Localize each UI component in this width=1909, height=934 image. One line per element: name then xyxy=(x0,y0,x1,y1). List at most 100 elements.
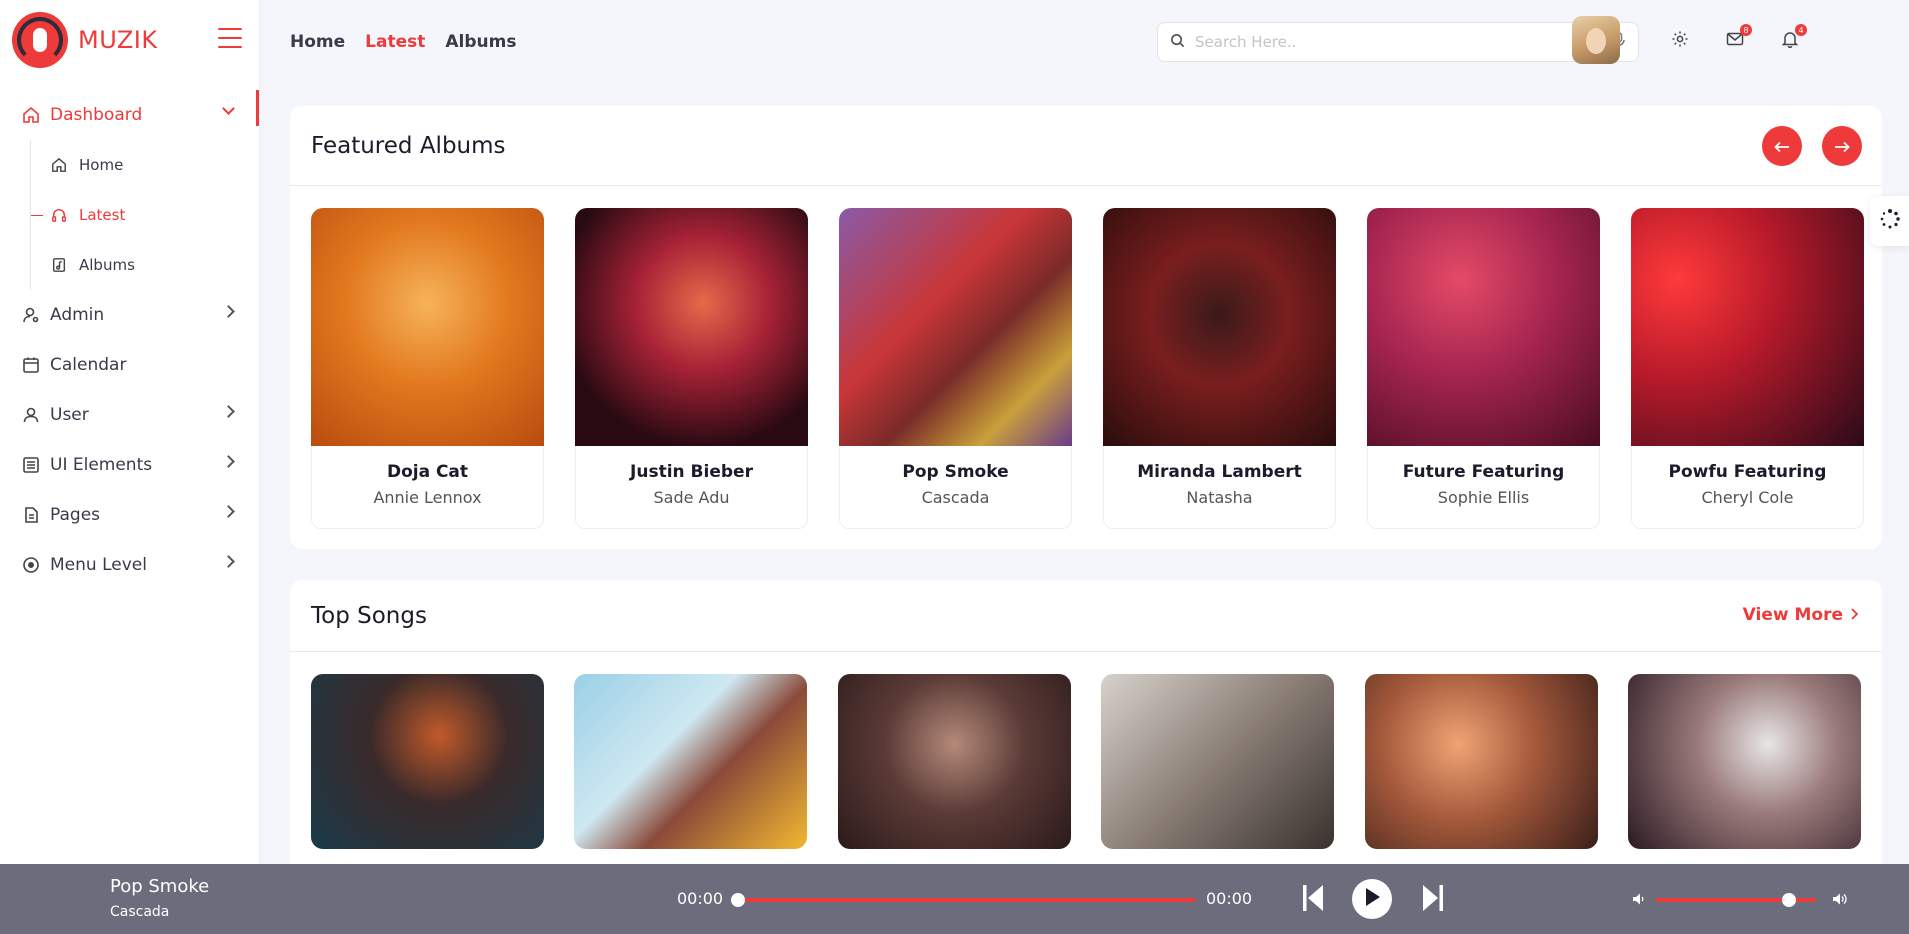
next-button[interactable] xyxy=(1822,126,1862,166)
target-icon xyxy=(22,556,40,574)
skip-forward-icon xyxy=(1422,883,1444,917)
notification-badge: 4 xyxy=(1795,24,1807,36)
song-cover-image[interactable] xyxy=(1101,674,1334,849)
sidebar-item-calendar[interactable]: Calendar xyxy=(0,340,259,390)
chevron-right-icon xyxy=(222,405,235,418)
song-cover-image[interactable] xyxy=(838,674,1071,849)
next-track-button[interactable] xyxy=(1422,883,1444,917)
home-icon xyxy=(51,157,67,173)
album-card[interactable]: Doja Cat Annie Lennox xyxy=(311,208,544,529)
notifications-button[interactable]: 4 xyxy=(1779,24,1807,52)
volume-high-icon xyxy=(1832,891,1848,910)
loader-icon xyxy=(1879,208,1901,234)
search-input[interactable] xyxy=(1195,33,1612,51)
settings-button[interactable] xyxy=(1669,30,1691,52)
top-link-latest[interactable]: Latest xyxy=(365,32,425,52)
max-volume-button[interactable] xyxy=(1832,891,1848,910)
sidebar-item-label: Dashboard xyxy=(50,105,143,125)
chevron-right-icon xyxy=(222,305,235,318)
music-player: Pop Smoke Cascada 00:00 00:00 xyxy=(0,864,1909,934)
list-icon xyxy=(22,456,40,474)
sidebar-item-dashboard[interactable]: Dashboard xyxy=(0,90,259,140)
song-cover-image[interactable] xyxy=(311,674,544,849)
sidebar-item-menu-level[interactable]: Menu Level xyxy=(0,540,259,590)
gear-icon xyxy=(1671,30,1689,52)
sidebar-item-latest[interactable]: Latest xyxy=(31,190,259,240)
sidebar-item-label: Pages xyxy=(50,505,101,525)
album-card[interactable]: Powfu Featuring Cheryl Cole xyxy=(1631,208,1864,529)
dashboard-submenu: Home Latest Albums xyxy=(30,140,259,290)
total-time: 00:00 xyxy=(1206,889,1253,908)
album-meta: Powfu Featuring Cheryl Cole xyxy=(1631,446,1864,529)
sidebar-item-pages[interactable]: Pages xyxy=(0,490,259,540)
previous-track-button[interactable] xyxy=(1302,883,1324,917)
volume-handle[interactable] xyxy=(1781,893,1796,907)
album-meta: Justin Bieber Sade Adu xyxy=(575,446,808,529)
album-cover-image xyxy=(839,208,1072,446)
player-track-artist: Cascada xyxy=(110,904,170,920)
album-title: Future Featuring xyxy=(1402,462,1565,482)
arrow-left-icon xyxy=(1774,134,1790,158)
album-cover-image xyxy=(1103,208,1336,446)
menu-toggle-button[interactable] xyxy=(218,28,242,48)
view-more-link[interactable]: View More xyxy=(1743,605,1859,625)
album-meta: Miranda Lambert Natasha xyxy=(1103,446,1336,529)
progress-bar[interactable] xyxy=(731,893,1196,907)
sidebar-item-label: Calendar xyxy=(50,355,127,375)
sidebar-item-user[interactable]: User xyxy=(0,390,259,440)
sidebar-nav: Dashboard Home Latest Albums Admin Calen… xyxy=(0,90,259,590)
sidebar-item-admin[interactable]: Admin xyxy=(0,290,259,340)
album-meta: Pop Smoke Cascada xyxy=(839,446,1072,529)
brand-name: MUZIK xyxy=(78,26,158,54)
sidebar-item-label: User xyxy=(50,405,89,425)
album-meta: Doja Cat Annie Lennox xyxy=(311,446,544,529)
sidebar-item-ui-elements[interactable]: UI Elements xyxy=(0,440,259,490)
song-cover-image[interactable] xyxy=(574,674,807,849)
logo-icon xyxy=(12,12,68,68)
prev-button[interactable] xyxy=(1762,126,1802,166)
song-cover-image[interactable] xyxy=(1628,674,1861,849)
song-cover-image[interactable] xyxy=(1365,674,1598,849)
player-track-title: Pop Smoke xyxy=(110,876,210,897)
album-cover-image xyxy=(575,208,808,446)
album-card[interactable]: Justin Bieber Sade Adu xyxy=(575,208,808,529)
sidebar-item-albums[interactable]: Albums xyxy=(31,240,259,290)
volume-low-icon xyxy=(1632,891,1646,910)
album-cover-image xyxy=(1631,208,1864,446)
album-artist: Annie Lennox xyxy=(373,488,482,507)
search-icon xyxy=(1170,33,1185,52)
sidebar-item-label: Admin xyxy=(50,305,105,325)
chevron-down-icon xyxy=(222,102,235,115)
album-artist: Sophie Ellis xyxy=(1437,488,1530,507)
chevron-right-icon xyxy=(222,455,235,468)
sidebar-item-label: Latest xyxy=(79,206,126,224)
customizer-toggle[interactable] xyxy=(1870,196,1909,246)
album-card[interactable]: Miranda Lambert Natasha xyxy=(1103,208,1336,529)
mute-button[interactable] xyxy=(1632,891,1646,910)
album-card[interactable]: Future Featuring Sophie Ellis xyxy=(1367,208,1600,529)
headphones-icon xyxy=(51,207,67,223)
play-button[interactable] xyxy=(1352,879,1392,919)
music-file-icon xyxy=(51,257,67,273)
current-time: 00:00 xyxy=(677,889,724,908)
album-artist: Cascada xyxy=(921,488,990,507)
album-card[interactable]: Pop Smoke Cascada xyxy=(839,208,1072,529)
top-songs-title: Top Songs xyxy=(290,580,1882,652)
sidebar-item-label: UI Elements xyxy=(50,455,153,475)
progress-handle[interactable] xyxy=(731,893,745,907)
album-artist: Cheryl Cole xyxy=(1701,488,1794,507)
album-artist: Natasha xyxy=(1186,488,1253,507)
messages-button[interactable]: 8 xyxy=(1724,24,1752,52)
chevron-right-icon xyxy=(1851,605,1859,625)
avatar[interactable] xyxy=(1572,16,1620,64)
user-gear-icon xyxy=(22,306,40,324)
top-link-albums[interactable]: Albums xyxy=(445,32,516,52)
arrow-right-icon xyxy=(1834,134,1850,158)
album-artist: Sade Adu xyxy=(653,488,730,507)
volume-slider[interactable] xyxy=(1656,893,1816,907)
album-title: Pop Smoke xyxy=(902,462,1009,482)
album-title: Justin Bieber xyxy=(630,462,753,482)
featured-albums-title: Featured Albums xyxy=(290,106,1882,186)
top-link-home[interactable]: Home xyxy=(290,32,345,52)
sidebar-item-home[interactable]: Home xyxy=(31,140,259,190)
